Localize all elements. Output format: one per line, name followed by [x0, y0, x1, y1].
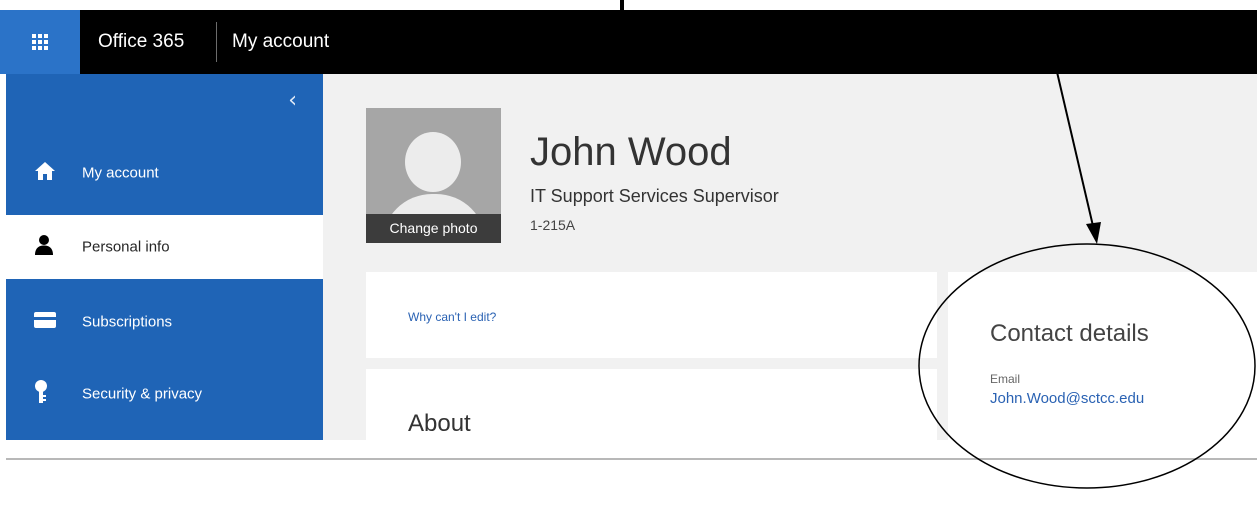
- sidebar-item-security-privacy[interactable]: Security & privacy: [6, 362, 323, 426]
- person-icon: [34, 234, 54, 260]
- office-location: 1-215A: [530, 217, 576, 233]
- email-link[interactable]: John.Wood@sctcc.edu: [990, 390, 1144, 407]
- card-icon: [34, 312, 56, 332]
- sidebar: ‹ My account Personal info Subscriptions: [6, 74, 323, 440]
- waffle-icon: [32, 34, 48, 50]
- contact-details-heading: Contact details: [990, 320, 1149, 347]
- app-title: My account: [232, 31, 330, 52]
- why-cant-i-edit-link[interactable]: Why can't I edit?: [408, 310, 496, 324]
- home-icon: [34, 161, 56, 185]
- job-title: IT Support Services Supervisor: [530, 186, 779, 206]
- chevron-left-icon[interactable]: ‹: [288, 88, 297, 113]
- sidebar-item-label: Subscriptions: [82, 313, 173, 331]
- profile-photo[interactable]: Change photo: [366, 108, 501, 243]
- sidebar-item-my-account[interactable]: My account: [6, 141, 323, 205]
- sidebar-item-label: Personal info: [82, 238, 170, 256]
- footer-divider: [6, 458, 1257, 460]
- topbar-divider: [216, 22, 217, 62]
- sidebar-item-label: Security & privacy: [82, 385, 203, 403]
- top-bar: Office 365 My account: [0, 10, 1257, 74]
- profile-name: John Wood: [530, 130, 732, 174]
- avatar-head: [405, 132, 461, 192]
- change-photo-button[interactable]: Change photo: [366, 214, 501, 243]
- email-label: Email: [990, 372, 1021, 386]
- office-365-link[interactable]: Office 365: [98, 10, 184, 74]
- edit-info-card: Why can't I edit?: [366, 272, 937, 358]
- sidebar-item-subscriptions[interactable]: Subscriptions: [6, 290, 323, 354]
- key-icon: [34, 380, 48, 408]
- about-heading: About: [408, 410, 471, 437]
- app-launcher-button[interactable]: [0, 10, 80, 74]
- about-card: About: [366, 369, 937, 440]
- top-edge-mark: [620, 0, 624, 10]
- sidebar-item-personal-info[interactable]: Personal info: [6, 215, 323, 279]
- sidebar-item-label: My account: [82, 164, 159, 182]
- contact-details-card: Contact details Email John.Wood@sctcc.ed…: [948, 272, 1257, 440]
